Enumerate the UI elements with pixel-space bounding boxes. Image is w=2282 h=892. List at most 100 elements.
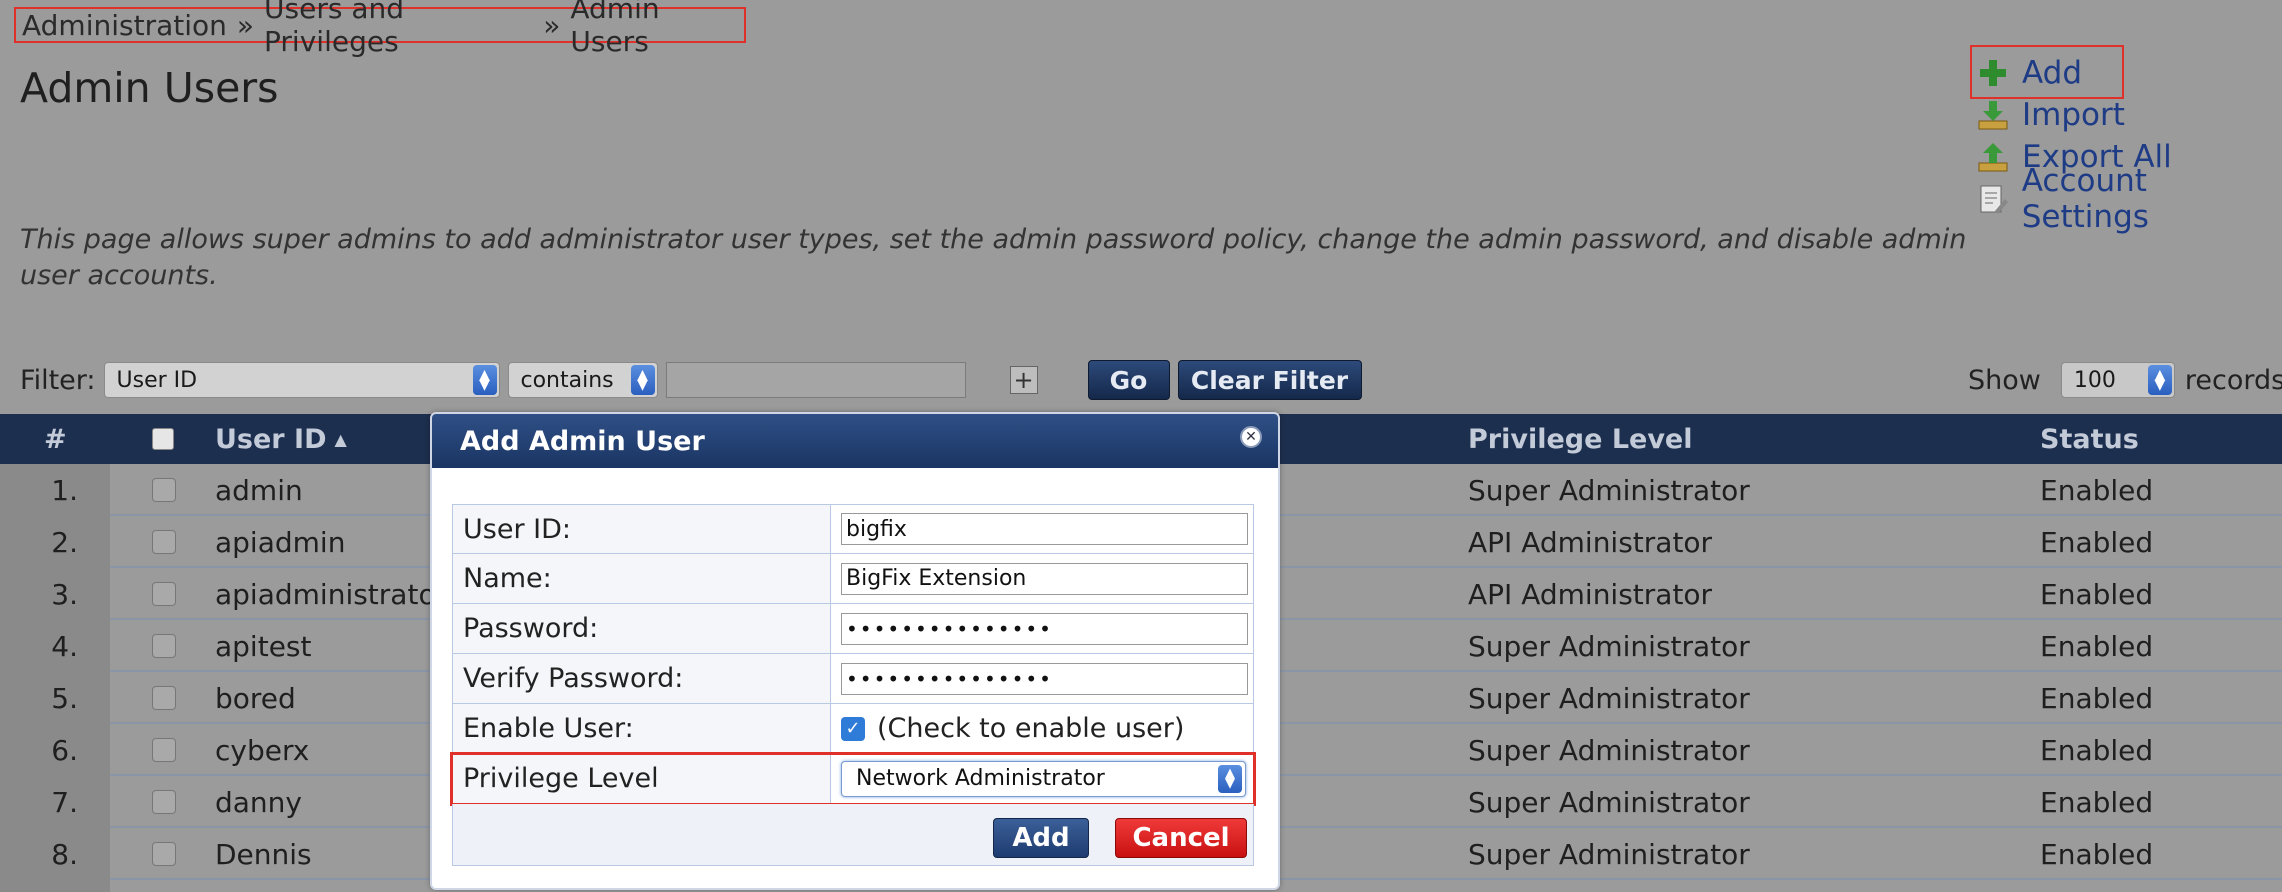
- row-user-id[interactable]: danny: [215, 776, 302, 828]
- form-row-enable-user: Enable User: ✓ (Check to enable user): [452, 704, 1254, 754]
- row-checkbox[interactable]: [152, 828, 176, 880]
- row-number: 3.: [0, 568, 110, 620]
- enable-user-hint: (Check to enable user): [877, 713, 1185, 744]
- row-checkbox[interactable]: [152, 776, 176, 828]
- chevron-updown-icon: ▲ ▼: [1218, 764, 1242, 793]
- enable-user-label: Enable User:: [453, 704, 831, 753]
- chevron-updown-icon: ▲ ▼: [472, 365, 497, 395]
- add-user-form: User ID: bigfix Name: BigFix Extension P…: [450, 504, 1256, 866]
- row-status: Enabled: [2040, 525, 2154, 559]
- filter-bar: Filter: User ID ▲ ▼ contains ▲ ▼ + Go Clea…: [20, 360, 1362, 400]
- row-privilege: API Administrator: [1468, 577, 1713, 611]
- row-privilege: Super Administrator: [1468, 629, 1750, 663]
- row-checkbox[interactable]: [152, 516, 176, 568]
- add-admin-user-dialog: Add Admin User ✕ User ID: bigfix Name: B…: [430, 412, 1280, 890]
- row-number: 6.: [0, 724, 110, 776]
- form-row-privilege-level: Privilege Level Network Administrator ▲ ▼: [450, 752, 1256, 806]
- privilege-level-value: Network Administrator: [856, 766, 1105, 791]
- row-checkbox[interactable]: [152, 464, 176, 516]
- import-action[interactable]: Import: [1976, 94, 2282, 136]
- add-action[interactable]: Add: [1976, 52, 2282, 94]
- privilege-level-label: Privilege Level: [453, 754, 831, 803]
- row-number-column-tail: [0, 880, 110, 892]
- row-privilege: Super Administrator: [1468, 681, 1750, 715]
- row-checkbox[interactable]: [152, 724, 176, 776]
- records-per-page: Show 100 ▲ ▼ records: [1968, 360, 2282, 400]
- sort-ascending-icon: ▲: [334, 429, 347, 449]
- row-status: Enabled: [2040, 577, 2154, 611]
- row-checkbox[interactable]: [152, 568, 176, 620]
- import-icon: [1976, 98, 2010, 132]
- row-user-id[interactable]: bored: [215, 672, 296, 724]
- row-user-id[interactable]: Dennis: [215, 828, 312, 880]
- clear-filter-button[interactable]: Clear Filter: [1177, 360, 1362, 400]
- filter-operator-value: contains: [520, 367, 614, 393]
- row-number: 4.: [0, 620, 110, 672]
- password-input[interactable]: •••••••••••••••: [841, 612, 1248, 645]
- actions-panel: Add Import Export All Account Settings: [1976, 52, 2282, 235]
- privilege-level-select[interactable]: Network Administrator ▲ ▼: [841, 760, 1246, 797]
- row-user-id[interactable]: apiadministrator: [215, 568, 447, 620]
- add-action-label: Add: [2022, 55, 2083, 91]
- settings-icon: [1976, 182, 2010, 216]
- column-header-user-id-label: User ID: [215, 423, 327, 455]
- enable-user-checkbox[interactable]: ✓: [841, 716, 865, 741]
- name-label: Name:: [453, 554, 831, 603]
- row-checkbox[interactable]: [152, 620, 176, 672]
- records-label: records: [2184, 364, 2282, 396]
- row-number: 2.: [0, 516, 110, 568]
- dialog-title: Add Admin User: [460, 425, 705, 457]
- row-privilege: Super Administrator: [1468, 733, 1750, 767]
- row-user-id[interactable]: apiadmin: [215, 516, 345, 568]
- column-header-number: #: [44, 423, 67, 455]
- add-filter-icon[interactable]: +: [1009, 366, 1038, 394]
- dialog-header: Add Admin User ✕: [432, 414, 1278, 468]
- name-input[interactable]: BigFix Extension: [841, 562, 1248, 595]
- row-number: 7.: [0, 776, 110, 828]
- breadcrumb-separator: »: [543, 8, 561, 42]
- row-user-id[interactable]: apitest: [215, 620, 311, 672]
- breadcrumb-item-users-and-privileges[interactable]: Users and Privileges: [264, 0, 533, 58]
- column-header-status[interactable]: Status: [2040, 414, 2139, 464]
- row-user-id[interactable]: cyberx: [215, 724, 309, 776]
- account-settings-action-label: Account Settings: [2021, 163, 2149, 235]
- row-status: Enabled: [2040, 473, 2154, 507]
- row-privilege: API Administrator: [1468, 525, 1713, 559]
- row-number: 8.: [0, 828, 110, 880]
- account-settings-action[interactable]: Account Settings: [1976, 163, 2282, 235]
- select-all-checkbox[interactable]: [152, 414, 174, 464]
- plus-icon: [1976, 56, 2010, 90]
- add-button[interactable]: Add: [993, 818, 1089, 858]
- cancel-button[interactable]: Cancel: [1115, 818, 1247, 858]
- close-icon[interactable]: ✕: [1240, 426, 1262, 448]
- chevron-updown-icon: ▲ ▼: [630, 365, 655, 395]
- import-action-label: Import: [2022, 97, 2125, 133]
- export-icon: [1976, 140, 2010, 174]
- column-header-privilege-level[interactable]: Privilege Level: [1468, 414, 1693, 464]
- user-id-label: User ID:: [453, 505, 831, 553]
- row-status: Enabled: [2040, 837, 2154, 871]
- row-checkbox[interactable]: [152, 672, 176, 724]
- row-user-id[interactable]: admin: [215, 464, 303, 516]
- page-description: This page allows super admins to add adm…: [20, 224, 1967, 291]
- filter-field-select[interactable]: User ID ▲ ▼: [103, 362, 500, 398]
- filter-operator-select[interactable]: contains ▲ ▼: [507, 362, 658, 398]
- column-header-user-id[interactable]: User ID ▲: [215, 414, 347, 464]
- records-per-page-value: 100: [2073, 367, 2116, 393]
- go-button[interactable]: Go: [1087, 360, 1170, 400]
- row-privilege: Super Administrator: [1468, 837, 1750, 871]
- row-status: Enabled: [2040, 629, 2154, 663]
- chevron-updown-icon: ▲ ▼: [2147, 365, 2172, 395]
- filter-value-input[interactable]: [665, 362, 966, 398]
- filter-field-value: User ID: [116, 367, 198, 393]
- breadcrumb: Administration » Users and Privileges » …: [14, 0, 746, 58]
- row-status: Enabled: [2040, 681, 2154, 715]
- user-id-input[interactable]: bigfix: [841, 513, 1248, 545]
- row-privilege: Super Administrator: [1468, 473, 1750, 507]
- row-number: 1.: [0, 464, 110, 516]
- form-row-name: Name: BigFix Extension: [452, 554, 1254, 604]
- password-label: Password:: [453, 604, 831, 653]
- verify-password-input[interactable]: •••••••••••••••: [841, 662, 1248, 695]
- breadcrumb-item-administration[interactable]: Administration: [22, 9, 227, 42]
- records-per-page-select[interactable]: 100 ▲ ▼: [2060, 362, 2175, 398]
